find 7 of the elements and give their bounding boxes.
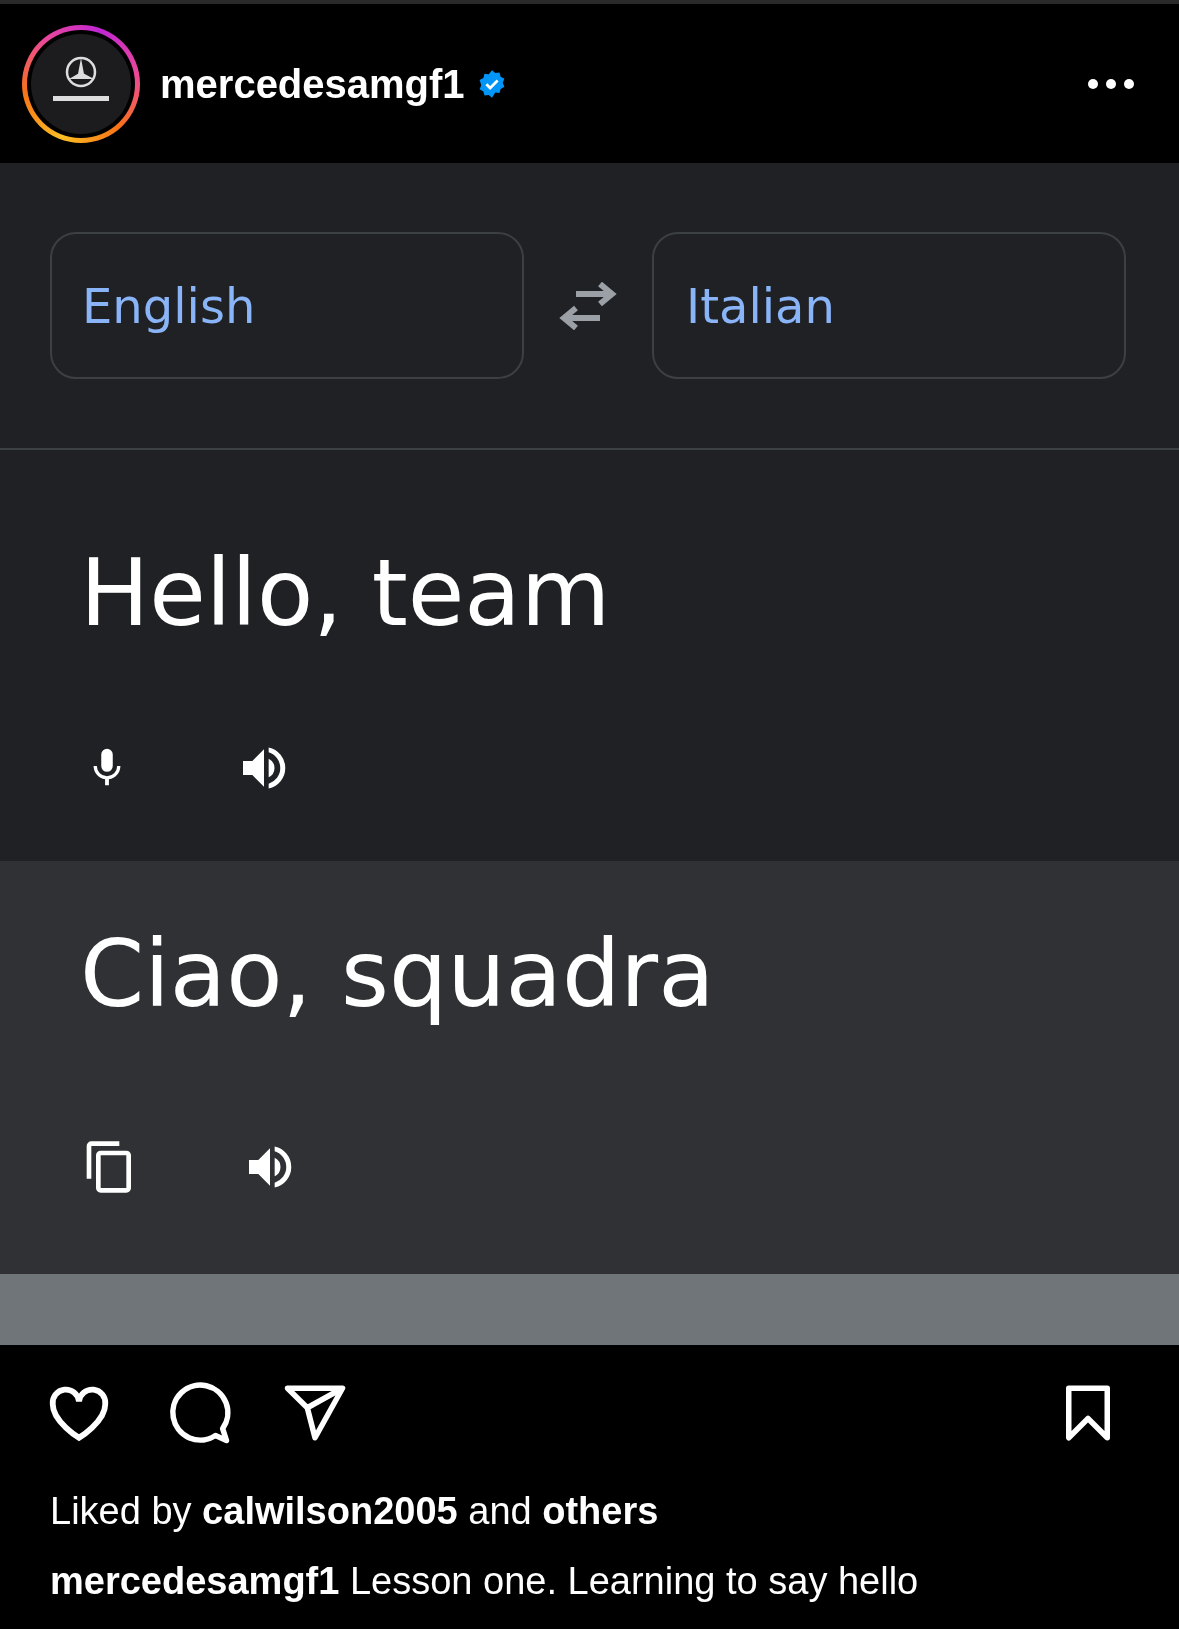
username[interactable]: mercedesamgf1 <box>160 53 465 114</box>
more-options-icon[interactable] <box>1087 77 1135 90</box>
likes-text: Liked by calwilson2005 and others <box>50 1489 660 1534</box>
caption-text: mercedesamgf1 Lesson one. Learning to say hello <box>50 1559 920 1604</box>
source-text: Hello, team <box>80 548 612 640</box>
target-language-selector[interactable]: Italian <box>652 232 1126 379</box>
source-language-selector[interactable]: English <box>50 232 524 379</box>
